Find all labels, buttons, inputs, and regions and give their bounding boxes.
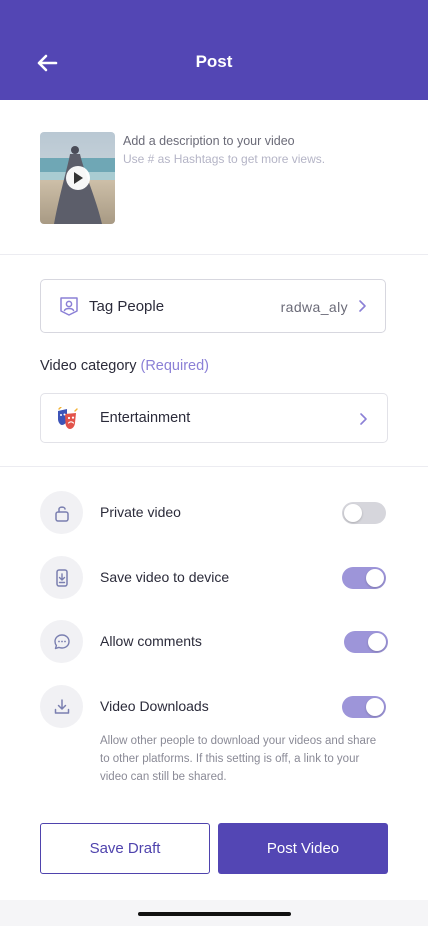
chevron-right-icon xyxy=(360,413,367,425)
setting-label: Video Downloads xyxy=(100,698,209,714)
setting-video-downloads: Video Downloads xyxy=(40,685,388,729)
setting-label: Allow comments xyxy=(100,633,202,649)
allow-comments-toggle[interactable] xyxy=(344,631,388,653)
setting-allow-comments: Allow comments xyxy=(40,620,388,664)
setting-save-to-device: Save video to device xyxy=(40,556,388,600)
home-indicator-area xyxy=(0,900,428,926)
theater-masks-icon xyxy=(58,407,78,429)
lock-icon xyxy=(54,505,69,522)
section-divider xyxy=(0,466,428,467)
home-indicator[interactable] xyxy=(138,912,291,916)
category-label: Video category (Required) xyxy=(40,358,209,374)
description-title[interactable]: Add a description to your video xyxy=(123,134,295,148)
post-video-button[interactable]: Post Video xyxy=(218,823,388,874)
play-icon xyxy=(74,172,83,184)
download-icon xyxy=(54,698,69,714)
play-button[interactable] xyxy=(66,166,90,190)
tag-people-row[interactable]: Tag People radwa_aly xyxy=(40,279,386,333)
description-hint: Use # as Hashtags to get more views. xyxy=(123,152,326,166)
video-thumbnail[interactable] xyxy=(40,132,115,224)
tag-people-label: Tag People xyxy=(89,298,165,315)
video-downloads-toggle[interactable] xyxy=(342,696,386,718)
downloads-help-text: Allow other people to download your vide… xyxy=(100,735,377,783)
required-badge: (Required) xyxy=(140,358,210,374)
save-to-device-toggle[interactable] xyxy=(342,567,386,589)
setting-label: Private video xyxy=(100,504,181,520)
setting-label: Save video to device xyxy=(100,569,230,585)
category-value: Entertainment xyxy=(100,410,191,426)
page-title: Post xyxy=(195,52,233,71)
private-video-toggle[interactable] xyxy=(342,502,386,524)
save-device-icon xyxy=(55,568,68,587)
chevron-right-icon xyxy=(359,300,366,312)
setting-private-video: Private video xyxy=(40,491,388,535)
section-divider xyxy=(0,254,428,255)
save-draft-button[interactable]: Save Draft xyxy=(40,823,210,874)
tag-people-value: radwa_aly xyxy=(280,299,348,315)
category-select[interactable]: Entertainment xyxy=(40,393,388,443)
tag-person-icon xyxy=(60,297,78,316)
comment-icon xyxy=(53,633,70,649)
header-bar: Post xyxy=(0,0,428,100)
